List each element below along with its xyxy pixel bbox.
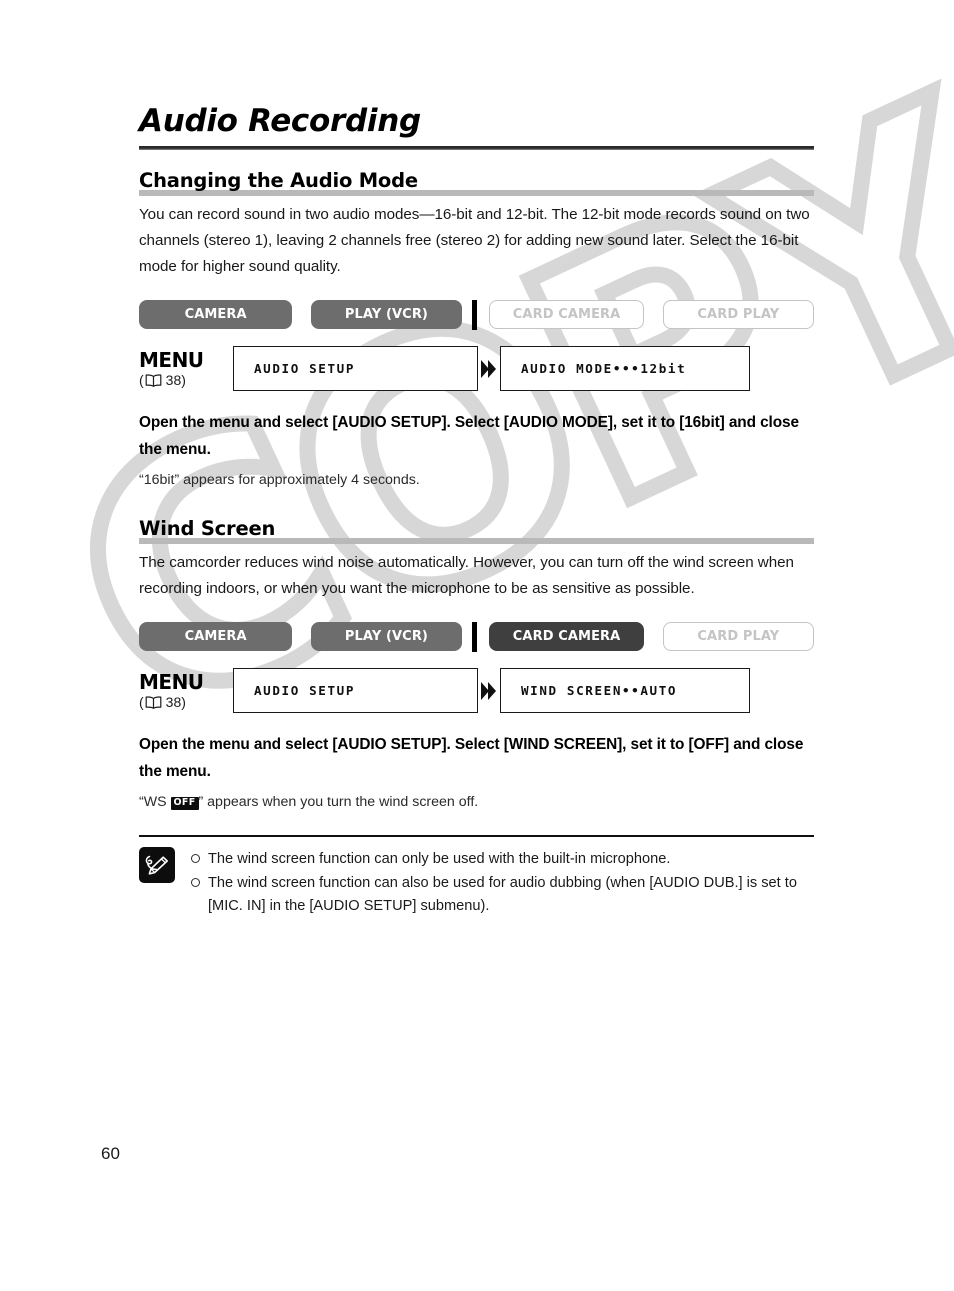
menu-box-audio-setup[interactable]: AUDIO SETUP xyxy=(233,668,478,714)
note-bullet-icon xyxy=(191,848,208,871)
menu-label-block: MENU ( 38 ) xyxy=(139,668,233,709)
note-list-item: The wind screen function can only be use… xyxy=(191,848,814,871)
off-badge: OFF xyxy=(170,797,199,811)
page-title: Audio Recording xyxy=(139,103,421,139)
menu-ref-open-paren: ( xyxy=(139,372,144,389)
menu-ref-close-paren: ) xyxy=(181,694,186,711)
page-content: Audio Recording Changing the Audio Mode … xyxy=(139,103,815,919)
section-1-body: You can record sound in two audio modes—… xyxy=(139,206,810,276)
note-bullet-icon xyxy=(191,872,208,918)
note-text: The wind screen function can also be use… xyxy=(208,874,797,914)
mode-button-card-play[interactable]: CARD PLAY xyxy=(662,622,815,652)
menu-ref-page: 38 xyxy=(165,372,182,389)
menu-box-wind-screen[interactable]: WIND SCREEN••AUTO xyxy=(500,668,750,714)
menu-box-audio-mode[interactable]: AUDIO MODE•••12bit xyxy=(500,346,750,392)
mode-button-camera[interactable]: CAMERA xyxy=(139,622,293,652)
document-page: Audio Recording Changing the Audio Mode … xyxy=(0,0,954,1291)
menu-box-right-text: AUDIO MODE•••12bit xyxy=(521,361,687,377)
notes-list: The wind screen function can only be use… xyxy=(191,847,814,919)
book-icon xyxy=(145,373,162,387)
menu-ref-close-paren: ) xyxy=(181,372,186,389)
subnote-suffix: ” appears when you turn the wind screen … xyxy=(198,794,479,811)
mode-selector-row-2: CAMERA PLAY (VCR) CARD CAMERA CARD PLAY xyxy=(139,621,815,652)
chevron-right-icon xyxy=(478,358,500,380)
section-heading-2: Wind Screen xyxy=(139,517,276,541)
mode-button-card-camera[interactable]: CARD CAMERA xyxy=(488,622,645,652)
mode-button-card-camera[interactable]: CARD CAMERA xyxy=(488,300,645,330)
menu-path-row-2: MENU ( 38 ) AUDIO SETUP WIND SCREEN••AUT… xyxy=(139,668,814,714)
menu-boxes-1: AUDIO SETUP AUDIO MODE•••12bit xyxy=(233,346,750,392)
menu-box-left-text: AUDIO SETUP xyxy=(254,683,356,699)
section-heading-2-wrap: Wind Screen xyxy=(139,517,814,545)
mode-button-card-play[interactable]: CARD PLAY xyxy=(662,300,815,330)
mode-button-camera[interactable]: CAMERA xyxy=(139,300,293,330)
menu-word: MENU xyxy=(139,348,204,373)
menu-box-audio-setup[interactable]: AUDIO SETUP xyxy=(233,346,478,392)
book-icon xyxy=(145,695,162,709)
mode-separator xyxy=(472,299,477,330)
menu-boxes-2: AUDIO SETUP WIND SCREEN••AUTO xyxy=(233,668,750,714)
page-number: 60 xyxy=(101,1144,120,1163)
note-text: The wind screen function can only be use… xyxy=(208,850,671,867)
section-1-subnote: “16bit” appears for approximately 4 seco… xyxy=(139,472,420,489)
menu-ref-page: 38 xyxy=(165,694,182,711)
menu-word: MENU xyxy=(139,670,204,695)
notes-divider xyxy=(139,835,814,837)
menu-page-reference: ( 38 ) xyxy=(139,373,233,387)
section-1-instruction: Open the menu and select [AUDIO SETUP]. … xyxy=(139,414,799,459)
mode-selector-row-1: CAMERA PLAY (VCR) CARD CAMERA CARD PLAY xyxy=(139,299,815,330)
section-2-instruction: Open the menu and select [AUDIO SETUP]. … xyxy=(139,736,804,781)
mode-separator xyxy=(472,621,477,652)
mode-button-play-vcr[interactable]: PLAY (VCR) xyxy=(310,622,463,652)
menu-label-block: MENU ( 38 ) xyxy=(139,346,233,387)
menu-box-right-text: WIND SCREEN••AUTO xyxy=(521,683,678,699)
section-heading-1-wrap: Changing the Audio Mode xyxy=(139,169,814,197)
menu-path-row-1: MENU ( 38 ) AUDIO SETUP AUDIO MODE•••12b… xyxy=(139,346,814,392)
menu-page-reference: ( 38 ) xyxy=(139,695,233,709)
chevron-right-icon xyxy=(478,680,500,702)
menu-box-left-text: AUDIO SETUP xyxy=(254,361,356,377)
mode-button-play-vcr[interactable]: PLAY (VCR) xyxy=(310,300,463,330)
section-heading-1: Changing the Audio Mode xyxy=(139,169,418,193)
section-2-subnote: “WS OFF” appears when you turn the wind … xyxy=(139,791,814,813)
menu-ref-open-paren: ( xyxy=(139,694,144,711)
section-changing-the-audio-mode: Changing the Audio Mode You can record s… xyxy=(139,169,815,491)
note-pencil-icon xyxy=(139,846,175,883)
subnote-prefix: “WS xyxy=(139,794,171,811)
notes-block: The wind screen function can only be use… xyxy=(139,846,814,919)
note-list-item: The wind screen function can also be use… xyxy=(191,872,814,918)
section-2-body: The camcorder reduces wind noise automat… xyxy=(139,554,794,598)
title-rule xyxy=(139,146,814,151)
section-wind-screen: Wind Screen The camcorder reduces wind n… xyxy=(139,517,815,813)
